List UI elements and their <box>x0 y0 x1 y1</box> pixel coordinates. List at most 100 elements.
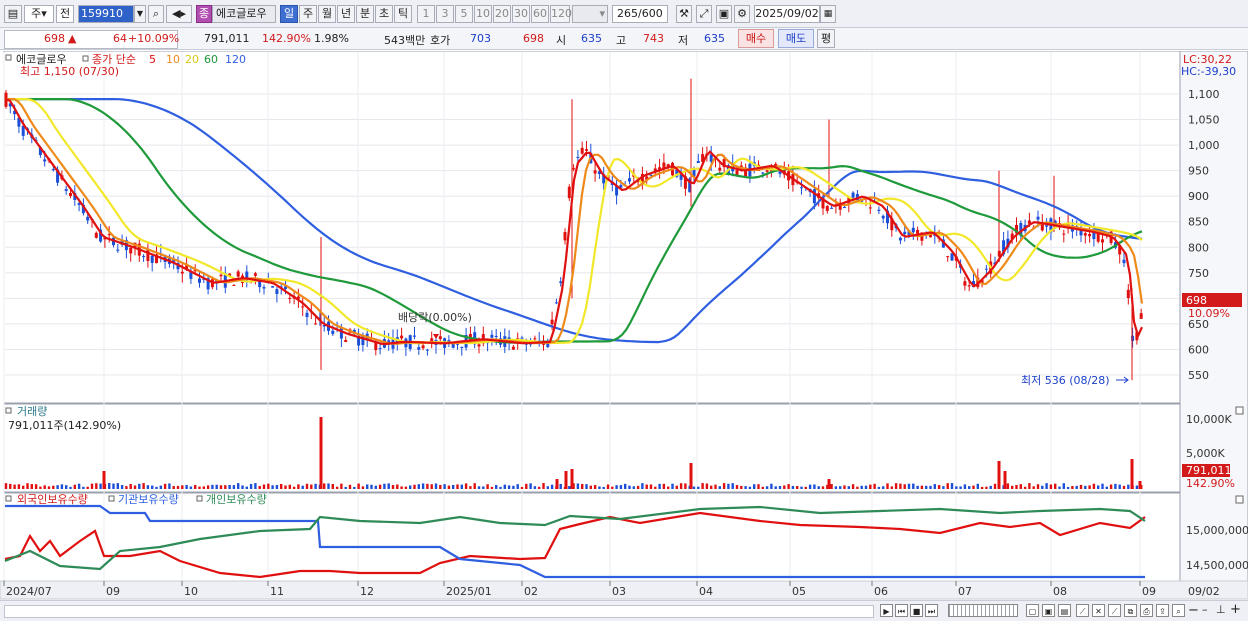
volume-bar <box>1023 486 1027 489</box>
legend-ma120: 120 <box>225 53 246 66</box>
trend-icon[interactable]: ⟋ <box>1108 604 1121 617</box>
scroll-last-icon[interactable]: ⏭ <box>925 604 938 617</box>
individual-toggle-icon[interactable] <box>196 495 203 502</box>
scroll-right-icon[interactable]: ▶ <box>880 604 893 617</box>
period-tick-tab[interactable]: 틱 <box>394 5 412 23</box>
volume-bar <box>13 484 16 489</box>
interval-10[interactable]: 10 <box>474 5 492 23</box>
panel-toggle-icon[interactable] <box>5 54 12 61</box>
period-minute-tab[interactable]: 분 <box>356 5 374 23</box>
interval-30[interactable]: 30 <box>512 5 530 23</box>
volume-bar <box>26 483 29 489</box>
interval-5[interactable]: 5 <box>455 5 473 23</box>
volume-bar <box>538 486 541 489</box>
data-count-field[interactable]: 265/600 <box>612 5 668 23</box>
interval-custom-select[interactable]: ▾ <box>572 5 608 23</box>
zoom-in-icon[interactable]: + <box>1230 602 1241 617</box>
volume-bar <box>237 483 240 489</box>
period-day-tab[interactable]: 일 <box>280 5 298 23</box>
volume-bar <box>447 485 451 489</box>
sound-icon[interactable]: ◀▸ <box>166 5 192 23</box>
volume-close-icon[interactable] <box>1235 406 1244 415</box>
volume-spike <box>555 479 559 489</box>
search-chart-icon[interactable]: ⌕ <box>1172 604 1185 617</box>
volume-bar <box>968 486 971 489</box>
period-year-tab[interactable]: 년 <box>337 5 355 23</box>
volume-bar <box>722 483 726 489</box>
sell-button[interactable]: 매도 <box>778 29 814 48</box>
volume-tick-10000k: 10,000K <box>1186 413 1232 426</box>
volume-bar <box>606 484 610 489</box>
volume-bar <box>1118 484 1121 489</box>
interval-120[interactable]: 120 <box>550 5 572 23</box>
interval-1[interactable]: 1 <box>417 5 435 23</box>
chart-canvas[interactable]: 에코글로우 종가 단순 5 10 20 60 120 최고 1,150 (07/… <box>0 50 1248 603</box>
print-icon[interactable]: ⎙ <box>1140 604 1153 617</box>
copy-icon[interactable]: ▣ <box>1042 604 1055 617</box>
institution-toggle-icon[interactable] <box>108 495 115 502</box>
chart-area[interactable]: 에코글로우 종가 단순 5 10 20 60 120 최고 1,150 (07/… <box>0 50 1248 603</box>
trade-amount: 543백만 <box>384 34 426 47</box>
volume-bar <box>99 483 102 489</box>
candle-body <box>550 319 554 325</box>
stock-code-input[interactable]: 159910 <box>78 5 134 23</box>
interval-3[interactable]: 3 <box>436 5 454 23</box>
zoom-slider[interactable] <box>948 604 1018 617</box>
volume-summary: 791,011주(142.90%) <box>8 419 121 432</box>
holding-toggle-icon[interactable] <box>5 495 12 502</box>
period-second-tab[interactable]: 초 <box>375 5 393 23</box>
interval-60[interactable]: 60 <box>531 5 549 23</box>
analysis-icon[interactable]: ⧉ <box>1124 604 1137 617</box>
holding-close-icon[interactable] <box>1235 495 1244 504</box>
scroll-first-icon[interactable]: ⏮ <box>895 604 908 617</box>
settings-gear-icon[interactable]: ⚙ <box>734 5 750 23</box>
volume-bar <box>490 486 494 489</box>
volume-bar <box>1109 484 1113 489</box>
candle-body <box>1045 225 1049 227</box>
prev-button[interactable]: 전 <box>56 5 74 23</box>
candle-body <box>946 256 950 258</box>
draw-tool-icon[interactable]: ▢ <box>1026 604 1039 617</box>
pan-icon[interactable]: ⊥ <box>1216 603 1226 616</box>
indicator-icon[interactable]: ⚒ <box>676 5 692 23</box>
export-icon[interactable]: ⇪ <box>1156 604 1169 617</box>
candle-body <box>86 216 90 221</box>
code-dropdown-icon[interactable]: ▼ <box>134 5 146 23</box>
legend-foreign-holding: 외국인보유수량 <box>17 493 88 506</box>
volume-bar <box>301 485 304 489</box>
volume-bar <box>327 483 330 489</box>
volume-bar <box>400 486 403 489</box>
interval-20[interactable]: 20 <box>493 5 511 23</box>
buy-button[interactable]: 매수 <box>738 29 774 48</box>
date-input[interactable]: 2025/09/02 <box>754 5 820 23</box>
chart-menu-icon[interactable]: ▤ <box>4 5 22 23</box>
average-button[interactable]: 평 <box>817 29 835 48</box>
window-icon[interactable]: ▤ <box>1058 604 1071 617</box>
chart-type-icon[interactable]: ⟋ <box>1076 604 1089 617</box>
search-icon[interactable]: ⌕ <box>148 5 164 23</box>
stop-icon[interactable]: ■ <box>910 604 923 617</box>
candle-body <box>21 125 25 136</box>
ma-toggle-icon[interactable] <box>82 55 89 62</box>
crosshair-icon[interactable]: ✕ <box>1092 604 1105 617</box>
save-icon[interactable]: ▣ <box>716 5 732 23</box>
period-week-tab[interactable]: 주 <box>299 5 317 23</box>
candle-body <box>963 281 967 286</box>
volume-bar <box>452 484 455 489</box>
volume-bar <box>546 486 549 489</box>
compare-icon[interactable]: ⤢ <box>696 5 712 23</box>
minus-icon[interactable]: – <box>1202 603 1208 616</box>
volume-toggle-icon[interactable] <box>5 407 12 414</box>
x-axis-label: 10 <box>184 585 198 598</box>
zoom-out-icon[interactable]: − <box>1188 603 1199 618</box>
horizontal-scrollbar[interactable] <box>4 605 874 618</box>
calendar-icon[interactable]: ▦ <box>820 5 836 23</box>
volume-bar <box>1127 484 1130 489</box>
volume-bar <box>163 483 167 489</box>
period-month-tab[interactable]: 월 <box>318 5 336 23</box>
volume-bar <box>198 486 201 489</box>
volume-spike <box>1003 471 1007 489</box>
market-type-select[interactable]: 주▾ <box>24 5 54 23</box>
toolbar: ▤ 주▾ 전 159910 ▼ ⌕ ◀▸ 종 에코글로우 일 주 월 년 분 초… <box>0 0 1248 28</box>
quote-bar: 698 ▲ 64 +10.09% 791,011 142.90% 1.98% 5… <box>0 28 1248 50</box>
